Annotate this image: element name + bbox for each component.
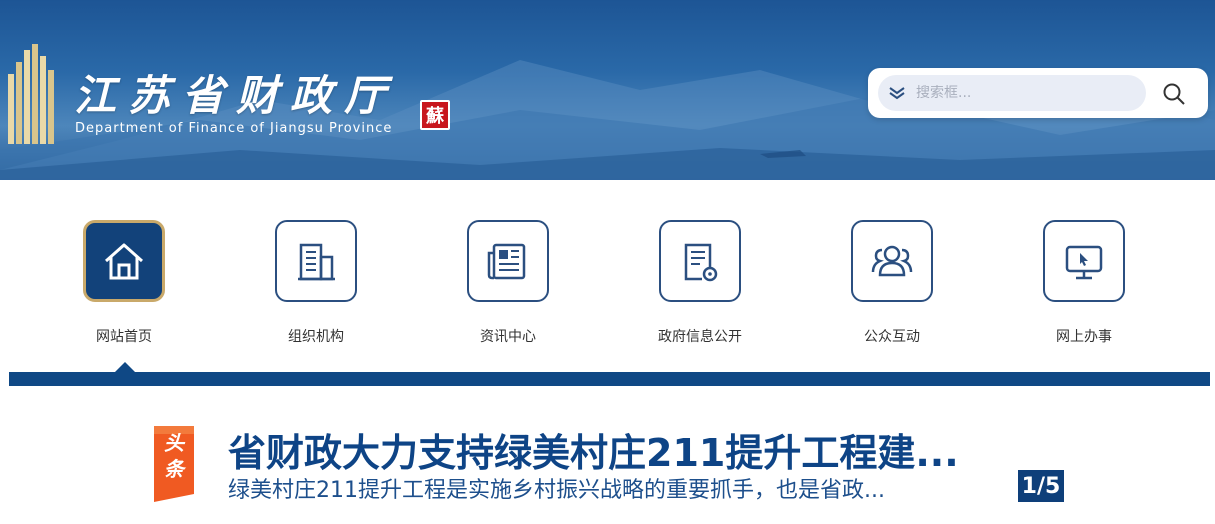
search-scope-toggle[interactable]: [878, 75, 916, 111]
chevron-double-down-icon: [889, 87, 905, 100]
monitor-icon: [1065, 245, 1103, 280]
headline-summary[interactable]: 绿美村庄211提升工程是实施乡村振兴战略的重要抓手，也是省政...: [228, 472, 968, 504]
building-icon: [298, 243, 335, 281]
nav-label-home: 网站首页: [96, 329, 152, 345]
nav-item-interaction[interactable]: 公众互动: [822, 220, 962, 350]
seal-stamp: 蘇: [420, 100, 450, 130]
nav-label-info-disclosure: 政府信息公开: [658, 329, 742, 345]
search-input[interactable]: [916, 85, 1136, 101]
nav-label-interaction: 公众互动: [864, 329, 920, 345]
search-box: [868, 68, 1208, 118]
nav-item-online-services[interactable]: 网上办事: [1014, 220, 1154, 350]
nav-label-online-services: 网上办事: [1056, 329, 1112, 345]
site-title-en: Department of Finance of Jiangsu Provinc…: [75, 121, 393, 136]
header-banner: 江苏省财政厅 Department of Finance of Jiangsu …: [0, 0, 1215, 180]
search-icon: [1163, 83, 1185, 105]
people-icon: [871, 245, 913, 277]
search-button[interactable]: [1158, 78, 1190, 110]
search-field-wrapper: [878, 75, 1146, 111]
nav-item-news[interactable]: 资讯中心: [438, 220, 578, 350]
site-title-cn: 江苏省财政厅: [74, 71, 399, 120]
headline-title[interactable]: 省财政大力支持绿美村庄211提升工程建...: [228, 422, 988, 477]
nav-label-organization: 组织机构: [288, 329, 344, 345]
nav-item-organization[interactable]: 组织机构: [246, 220, 386, 350]
nav-item-info-disclosure[interactable]: 政府信息公开: [630, 220, 770, 350]
document-icon: [684, 243, 718, 282]
section-divider-bar: [9, 372, 1210, 386]
nav-item-home[interactable]: 网站首页: [54, 220, 194, 350]
nav-label-news: 资讯中心: [480, 329, 536, 345]
main-nav: 网站首页 组织机构 资讯中心 政府信息公开 公众互动 网上办事: [0, 180, 1215, 372]
headline-pager: 1/5: [1018, 470, 1064, 502]
emblem-icon: [8, 44, 54, 144]
newspaper-icon: [487, 243, 526, 280]
headline-badge-text: 头条: [164, 431, 184, 481]
headline-badge: 头条: [150, 424, 198, 504]
home-icon: [105, 243, 143, 280]
